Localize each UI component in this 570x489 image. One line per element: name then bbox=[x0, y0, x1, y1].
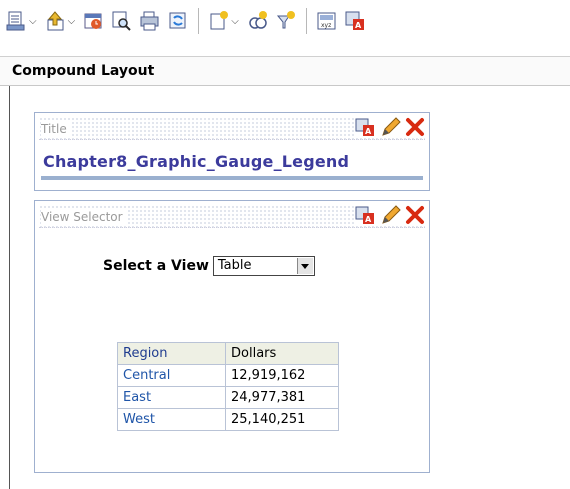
delete-format-icon: A bbox=[345, 11, 364, 30]
panel-header: View Selector A bbox=[39, 205, 425, 228]
refresh-icon bbox=[169, 12, 186, 29]
filter-icon bbox=[276, 11, 295, 29]
save-icon bbox=[140, 11, 159, 31]
table-row: East 24,977,381 bbox=[117, 386, 339, 409]
edit-pencil-icon[interactable] bbox=[380, 117, 402, 137]
region-cell[interactable]: East bbox=[117, 386, 226, 409]
view-select-dropdown[interactable]: Table bbox=[212, 256, 315, 276]
panel-label: View Selector bbox=[41, 210, 127, 224]
format-button[interactable]: xyz bbox=[316, 6, 338, 36]
chevron-down-icon[interactable]: ⌵ bbox=[29, 16, 37, 27]
view-selector-row: Select a View Table bbox=[103, 256, 315, 276]
toolbar-divider bbox=[198, 8, 200, 34]
format-icon: xyz bbox=[317, 12, 336, 30]
table-header-row: Region Dollars bbox=[117, 342, 339, 365]
format-view-icon[interactable]: A bbox=[355, 117, 377, 137]
new-view-icon bbox=[210, 11, 229, 30]
table-row: Central 12,919,162 bbox=[117, 364, 339, 387]
view-selector-panel: View Selector A Select a View Table Regi… bbox=[34, 200, 430, 473]
format-view-icon[interactable]: A bbox=[355, 205, 377, 225]
dollars-cell: 25,140,251 bbox=[225, 408, 339, 431]
delete-icon[interactable] bbox=[405, 205, 425, 225]
edit-pencil-icon[interactable] bbox=[380, 205, 402, 225]
toolbar-divider bbox=[305, 8, 307, 34]
export-button[interactable]: ⌵ bbox=[45, 6, 78, 36]
insert-object-icon bbox=[249, 11, 267, 29]
panel-actions: A bbox=[355, 205, 425, 225]
data-table: Region Dollars Central 12,919,162 East 2… bbox=[117, 342, 339, 431]
print-icon bbox=[6, 11, 25, 31]
delete-format-button[interactable]: A bbox=[344, 6, 366, 36]
panel-label: Title bbox=[41, 122, 71, 136]
report-title: Chapter8_Graphic_Gauge_Legend bbox=[43, 152, 350, 171]
column-header-dollars: Dollars bbox=[225, 342, 339, 365]
preview-button[interactable] bbox=[111, 6, 133, 36]
schedule-button[interactable] bbox=[83, 6, 105, 36]
title-view-panel: Title A Chapter8_Graphic_Gauge_Legend bbox=[34, 112, 430, 191]
compound-layout-bar: Compound Layout bbox=[0, 56, 570, 86]
svg-text:A: A bbox=[365, 215, 372, 224]
refresh-button[interactable] bbox=[167, 6, 189, 36]
layout-guide-line bbox=[9, 86, 10, 489]
svg-text:A: A bbox=[355, 21, 362, 30]
select-view-label: Select a View bbox=[103, 258, 209, 274]
dollars-cell: 24,977,381 bbox=[225, 386, 339, 409]
preview-icon bbox=[112, 11, 131, 31]
insert-object-button[interactable] bbox=[247, 6, 269, 36]
region-cell[interactable]: Central bbox=[117, 364, 226, 387]
selected-view: Table bbox=[217, 258, 252, 273]
svg-text:xyz: xyz bbox=[321, 22, 331, 29]
new-view-button[interactable]: ⌵ bbox=[208, 6, 241, 36]
delete-icon[interactable] bbox=[405, 117, 425, 137]
toolbar: ⌵ ⌵ ⌵ xyz A bbox=[0, 0, 570, 42]
save-button[interactable] bbox=[139, 6, 161, 36]
table-row: West 25,140,251 bbox=[117, 408, 339, 431]
print-button[interactable]: ⌵ bbox=[6, 6, 39, 36]
schedule-icon bbox=[84, 13, 102, 29]
title-underline bbox=[41, 176, 423, 180]
chevron-down-icon[interactable]: ⌵ bbox=[231, 16, 239, 27]
panel-header: Title A bbox=[39, 117, 425, 140]
chevron-down-icon[interactable] bbox=[296, 258, 313, 274]
panel-actions: A bbox=[355, 117, 425, 137]
dollars-cell: 12,919,162 bbox=[225, 364, 339, 387]
export-icon bbox=[47, 11, 64, 31]
page-title: Compound Layout bbox=[12, 63, 155, 79]
chevron-down-icon[interactable]: ⌵ bbox=[68, 16, 76, 27]
svg-text:A: A bbox=[365, 127, 372, 136]
column-header-region[interactable]: Region bbox=[117, 342, 226, 365]
region-cell[interactable]: West bbox=[117, 408, 226, 431]
filter-button[interactable] bbox=[275, 6, 297, 36]
